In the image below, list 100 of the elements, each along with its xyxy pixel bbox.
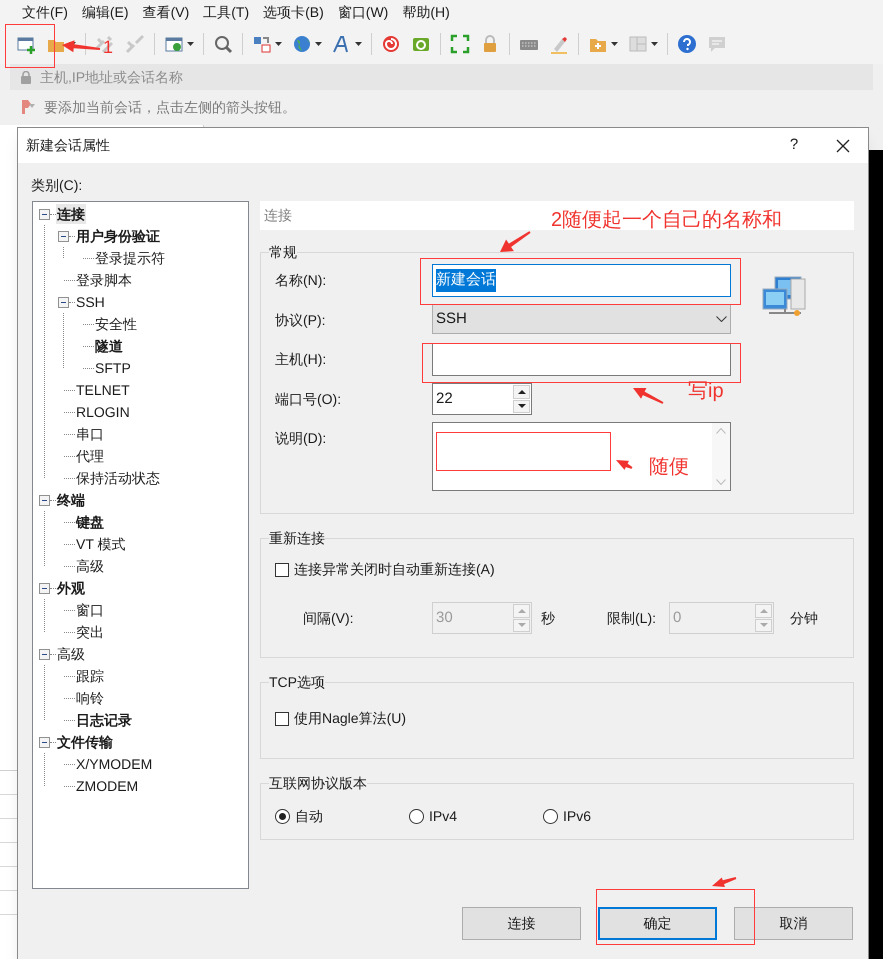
caret-icon xyxy=(187,42,194,46)
annotation-arrow xyxy=(62,40,100,52)
tree-item[interactable]: 用户身份验证 xyxy=(75,226,161,246)
flag-arrow-icon xyxy=(20,99,36,115)
annotation-arrow xyxy=(712,877,736,887)
group-title: 常规 xyxy=(269,243,297,262)
text-field[interactable]: 新建会话 xyxy=(432,264,731,297)
caret-icon xyxy=(611,42,618,46)
spin-box[interactable]: 22 xyxy=(432,383,532,415)
menu-item[interactable]: 工具(T) xyxy=(203,2,250,22)
hint-text: 要添加当前会话，点击左侧的箭头按钮。 xyxy=(44,98,296,116)
radio-option[interactable]: IPv6 xyxy=(543,806,677,827)
collapse-icon[interactable] xyxy=(58,230,69,242)
tree-item[interactable]: 外观 xyxy=(56,578,86,598)
annotation-arrow xyxy=(616,460,632,470)
radio-button[interactable] xyxy=(543,809,558,824)
tree-item[interactable]: 日志记录 xyxy=(75,710,133,730)
protocol-dropdown[interactable]: SSH xyxy=(432,304,731,334)
field-label: 名称(N): xyxy=(275,271,328,290)
tree-item[interactable]: TELNET xyxy=(75,380,131,400)
radio-button[interactable] xyxy=(409,809,424,824)
caret-icon xyxy=(275,42,282,46)
tree-item[interactable]: SFTP xyxy=(94,358,132,378)
menu-item[interactable]: 查看(V) xyxy=(142,2,190,22)
field-label: 端口号(O): xyxy=(275,390,342,409)
tree-item[interactable]: 键盘 xyxy=(75,512,105,532)
collapse-icon[interactable] xyxy=(39,648,50,660)
tree-item[interactable]: 高级 xyxy=(75,556,105,576)
menu-item[interactable]: 窗口(W) xyxy=(338,2,388,22)
tree-item[interactable]: 高级 xyxy=(56,644,86,664)
checkbox[interactable] xyxy=(275,712,289,726)
annotation-label: 写ip xyxy=(688,381,724,401)
chevron-down-icon xyxy=(716,316,727,322)
link-icon xyxy=(95,34,115,54)
annotation-box xyxy=(5,24,55,68)
menu-item[interactable]: 帮助(H) xyxy=(402,2,450,22)
transfer-icon xyxy=(252,34,272,54)
tree-item[interactable]: 跟踪 xyxy=(75,666,105,686)
radio-option[interactable]: 自动 xyxy=(275,806,409,827)
tree-item[interactable]: 响铃 xyxy=(75,688,105,708)
tree-item[interactable]: 连接 xyxy=(56,204,86,224)
unit-label: 秒 xyxy=(541,608,556,628)
menu-item[interactable]: 编辑(E) xyxy=(82,2,129,22)
unlink-icon xyxy=(125,34,145,54)
panel-header: 连接 xyxy=(264,206,292,225)
annotation-arrow xyxy=(500,231,531,252)
tree-item[interactable]: SSH xyxy=(75,292,106,312)
chat-icon xyxy=(707,34,727,54)
caret-icon xyxy=(315,42,322,46)
tree-item[interactable]: 窗口 xyxy=(75,600,105,620)
tree-item[interactable]: 突出 xyxy=(75,622,105,642)
fullscreen-icon xyxy=(450,34,470,54)
radio-option[interactable]: IPv4 xyxy=(409,806,543,827)
tree-item[interactable]: 隧道 xyxy=(94,336,124,356)
window-title: 新建会话属性 xyxy=(26,136,110,155)
highlighter-icon xyxy=(549,34,569,54)
field-label: 说明(D): xyxy=(275,429,328,448)
checkbox-option[interactable]: 使用Nagle算法(U) xyxy=(275,708,839,729)
tree-item[interactable]: 安全性 xyxy=(94,314,138,334)
menu-item[interactable]: 文件(F) xyxy=(22,2,68,22)
group-title: TCP选项 xyxy=(269,673,325,692)
search-icon xyxy=(213,34,233,54)
collapse-icon[interactable] xyxy=(39,736,50,748)
collapse-icon[interactable] xyxy=(39,208,50,220)
annotation-label: 1 xyxy=(103,38,114,56)
tree-item[interactable]: X/YMODEM xyxy=(75,754,154,774)
field-label: 间隔(V): xyxy=(303,608,355,628)
swirl-icon xyxy=(381,34,401,54)
unit-label: 分钟 xyxy=(790,608,818,628)
checkbox-option[interactable]: 连接异常关闭时自动重新连接(A) xyxy=(275,559,839,580)
tree-item[interactable]: 串口 xyxy=(75,424,105,444)
radio-button[interactable] xyxy=(275,809,290,824)
dialog-button[interactable]: 连接 xyxy=(462,907,581,940)
tree-item[interactable]: 登录脚本 xyxy=(75,270,133,290)
text-field[interactable] xyxy=(432,343,731,376)
close-icon xyxy=(836,138,850,152)
help-icon xyxy=(677,34,697,54)
collapse-icon[interactable] xyxy=(58,296,69,308)
menu-item[interactable]: 选项卡(B) xyxy=(263,2,324,22)
tree-item[interactable]: 文件传输 xyxy=(56,732,114,752)
tree-item[interactable]: 代理 xyxy=(75,446,105,466)
tree-item[interactable]: ZMODEM xyxy=(75,776,140,796)
dialog-button[interactable]: 确定 xyxy=(598,907,717,940)
dialog-button[interactable]: 取消 xyxy=(734,907,853,940)
lock-icon xyxy=(20,70,32,84)
field-label: 主机(H): xyxy=(275,350,328,369)
help-button[interactable]: ? xyxy=(774,130,814,160)
collapse-icon[interactable] xyxy=(39,494,50,506)
collapse-icon[interactable] xyxy=(39,582,50,594)
tree-item[interactable]: RLOGIN xyxy=(75,402,131,422)
annotation-arrow xyxy=(633,388,664,404)
tree-item[interactable]: 终端 xyxy=(56,490,86,510)
field-label: 限制(L): xyxy=(607,608,657,628)
tree-item[interactable]: VT 模式 xyxy=(75,534,127,554)
tree-item[interactable]: 保持活动状态 xyxy=(75,468,161,488)
checkbox[interactable] xyxy=(275,562,289,576)
network-computers-icon xyxy=(761,275,807,319)
caret-icon xyxy=(651,42,658,46)
caret-icon xyxy=(355,42,362,46)
tree-item[interactable]: 登录提示符 xyxy=(94,248,166,268)
